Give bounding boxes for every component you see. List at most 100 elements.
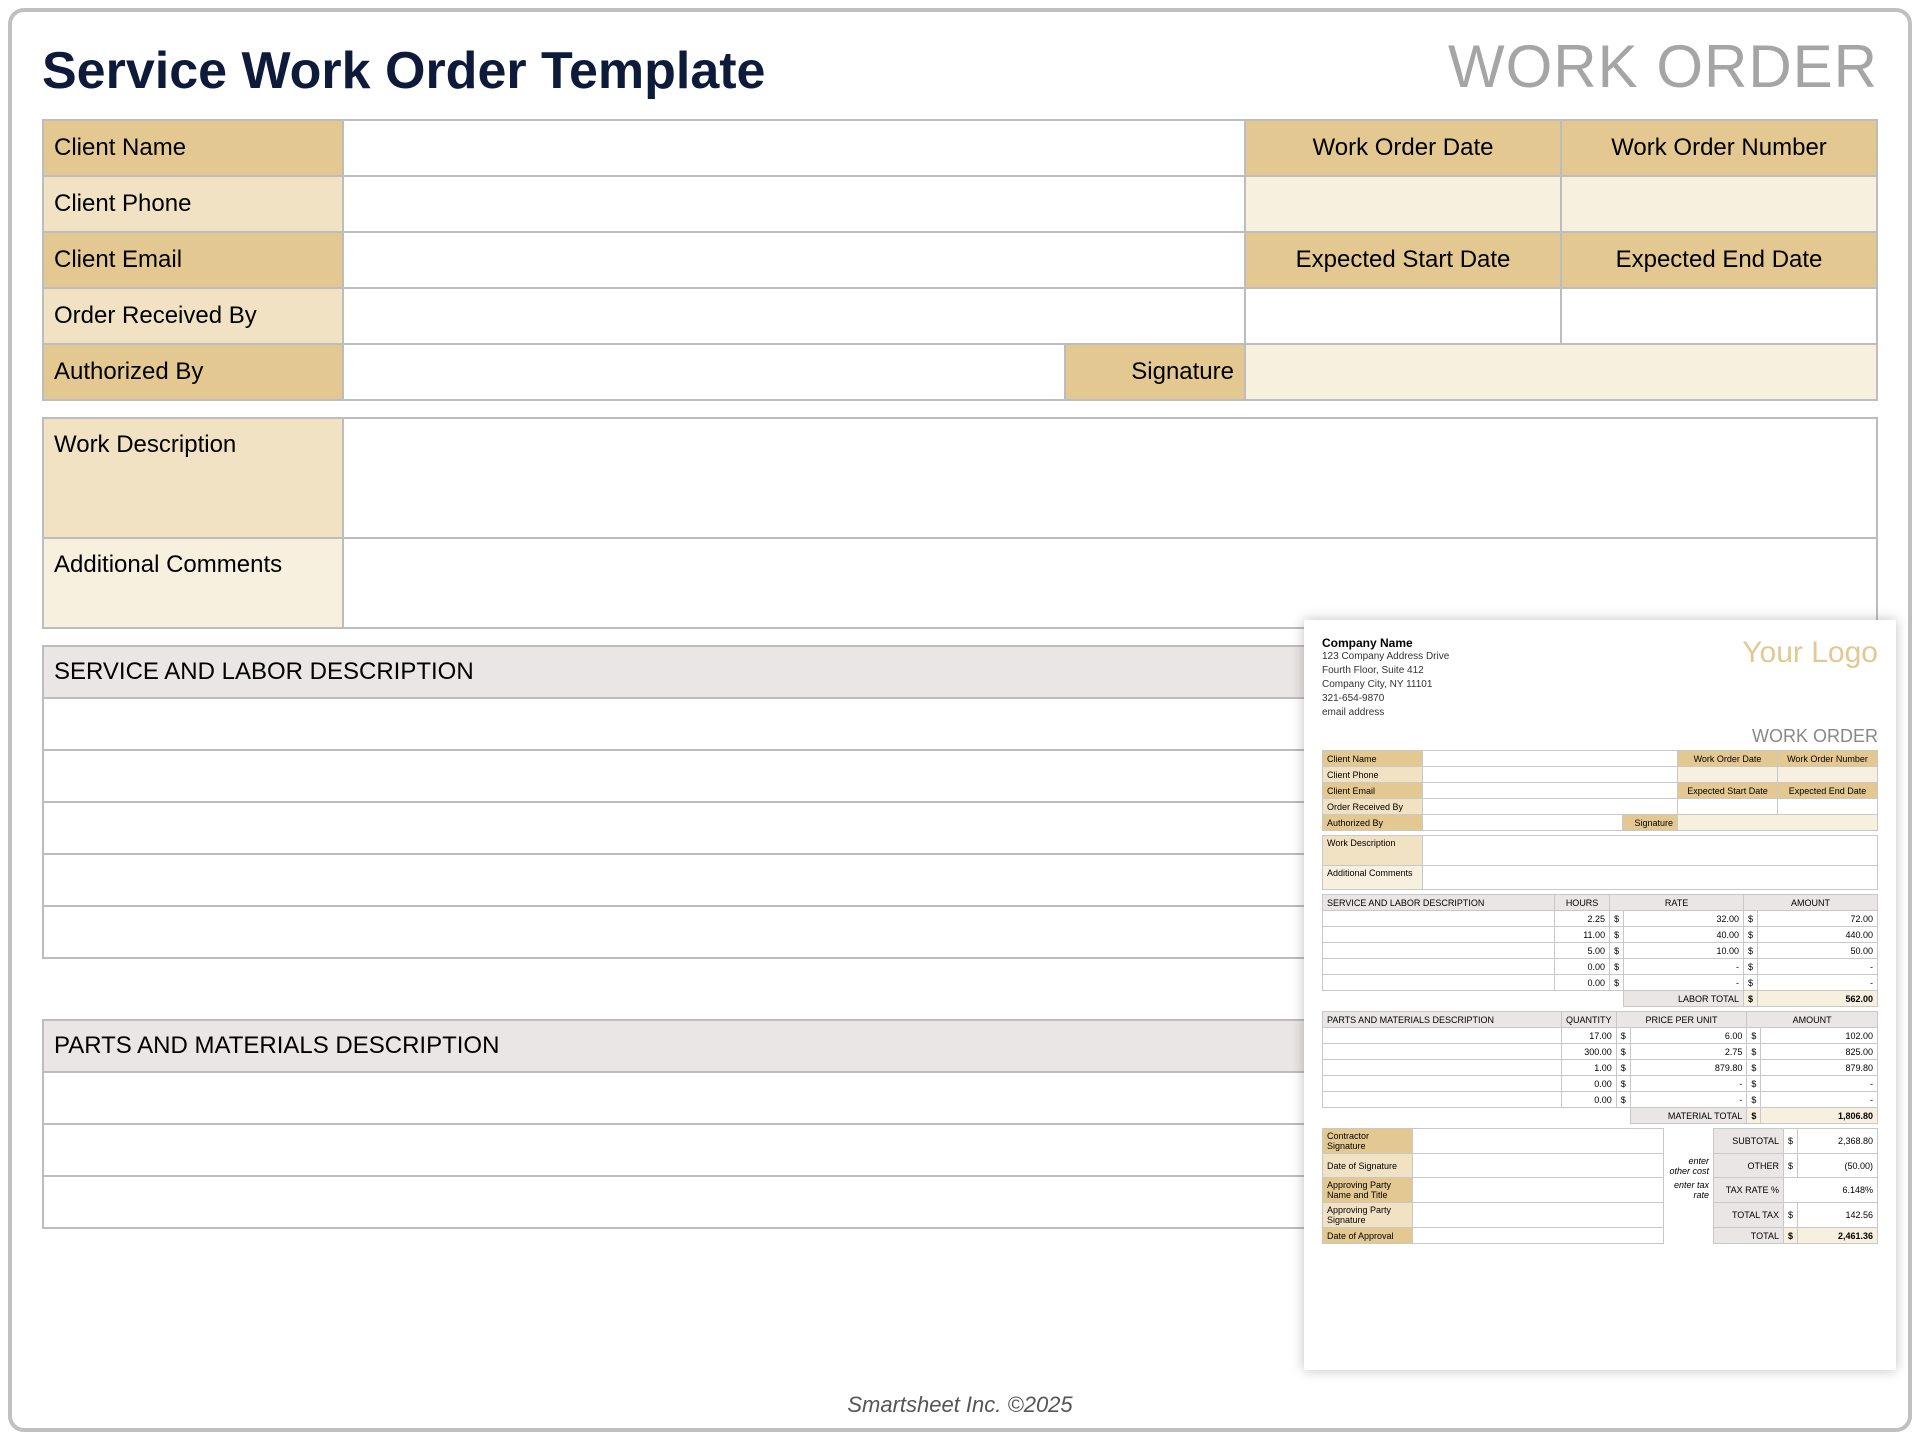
field-wo-date[interactable]: [1245, 176, 1561, 232]
thumb-label-date-appr: Date of Approval: [1323, 1228, 1413, 1244]
thumb-d: $: [1610, 943, 1624, 959]
part-desc-1[interactable]: [43, 1124, 1476, 1176]
description-table: Work Description Additional Comments: [42, 417, 1878, 629]
thumb-label-signature: Signature: [1623, 815, 1678, 831]
label-wo-date: Work Order Date: [1245, 120, 1561, 176]
thumb-field: [1423, 767, 1678, 783]
thumb-col-amount: AMOUNT: [1744, 895, 1878, 911]
thumb-d: $: [1747, 1108, 1761, 1124]
thumb-label-wo-date: Work Order Date: [1678, 751, 1778, 767]
label-signature: Signature: [1065, 344, 1245, 400]
thumb-d: $: [1747, 1092, 1761, 1108]
thumb-d: $: [1616, 1028, 1630, 1044]
thumb-info-table: Client Name Work Order Date Work Order N…: [1322, 750, 1878, 831]
thumb-field: [1678, 799, 1778, 815]
thumb-svc-r2: 10.00: [1624, 943, 1744, 959]
field-client-phone[interactable]: [343, 176, 1245, 232]
thumb-label-exp-end: Expected End Date: [1778, 783, 1878, 799]
thumb-label-add-comments: Additional Comments: [1323, 866, 1423, 890]
field-expected-end[interactable]: [1561, 288, 1877, 344]
thumb-pp4: -: [1630, 1092, 1747, 1108]
thumb-d: $: [1744, 991, 1758, 1007]
thumb-d: $: [1744, 911, 1758, 927]
label-client-phone: Client Phone: [43, 176, 343, 232]
thumb-svc-a0: 72.00: [1758, 911, 1878, 927]
thumb-label-wo-num: Work Order Number: [1778, 751, 1878, 767]
thumb-label-client-email: Client Email: [1323, 783, 1423, 799]
field-client-name[interactable]: [343, 120, 1245, 176]
thumb-pp1: 2.75: [1630, 1044, 1747, 1060]
thumb-svc-r1: 40.00: [1624, 927, 1744, 943]
thumb-label-other: OTHER: [1713, 1154, 1783, 1178]
thumb-mat-total: 1,806.80: [1761, 1108, 1878, 1124]
thumb-field: [1423, 751, 1678, 767]
thumb-label-labor-total: LABOR TOTAL: [1624, 991, 1744, 1007]
thumb-label-order-rcvd: Order Received By: [1323, 799, 1423, 815]
part-desc-0[interactable]: [43, 1072, 1476, 1124]
thumb-labor-total: 562.00: [1758, 991, 1878, 1007]
thumb-field: [1413, 1203, 1664, 1228]
thumb-d: $: [1616, 1060, 1630, 1076]
thumb-phone: 321-654-9870: [1322, 692, 1878, 706]
thumb-d: $: [1610, 975, 1624, 991]
thumb-label-subtotal: SUBTOTAL: [1713, 1129, 1783, 1154]
svc-desc-4[interactable]: [43, 906, 1476, 958]
thumb-d: $: [1616, 1092, 1630, 1108]
header: Service Work Order Template WORK ORDER: [42, 32, 1878, 101]
svc-desc-1[interactable]: [43, 750, 1476, 802]
label-work-description: Work Description: [43, 418, 343, 538]
thumb-pp2: 879.80: [1630, 1060, 1747, 1076]
label-authorized-by: Authorized By: [43, 344, 343, 400]
thumb-label-appr-sig: Approving Party Signature: [1323, 1203, 1413, 1228]
field-client-email[interactable]: [343, 232, 1245, 288]
thumb-label-mat-total: MATERIAL TOTAL: [1630, 1108, 1747, 1124]
thumb-logo: Your Logo: [1742, 636, 1878, 670]
svc-desc-2[interactable]: [43, 802, 1476, 854]
thumb-pa0: 102.00: [1761, 1028, 1878, 1044]
thumb-label-exp-start: Expected Start Date: [1678, 783, 1778, 799]
label-order-received-by: Order Received By: [43, 288, 343, 344]
thumb-subtotal: 2,368.80: [1798, 1129, 1878, 1154]
thumb-pq0: 17.00: [1561, 1028, 1616, 1044]
thumb-d: $: [1783, 1228, 1797, 1244]
thumb-field: [1778, 799, 1878, 815]
field-additional-comments[interactable]: [343, 538, 1877, 628]
thumb-email: email address: [1322, 706, 1878, 720]
thumbnail-preview: Your Logo Company Name 123 Company Addre…: [1304, 620, 1896, 1370]
label-client-email: Client Email: [43, 232, 343, 288]
thumb-svc-h0: 2.25: [1555, 911, 1610, 927]
field-work-description[interactable]: [343, 418, 1877, 538]
thumb-pa2: 879.80: [1761, 1060, 1878, 1076]
label-expected-end: Expected End Date: [1561, 232, 1877, 288]
thumb-col-qty: QUANTITY: [1561, 1012, 1616, 1028]
thumb-d: $: [1747, 1044, 1761, 1060]
thumb-label-taxrate: TAX RATE %: [1713, 1178, 1783, 1203]
thumb-pp3: -: [1630, 1076, 1747, 1092]
svc-desc-3[interactable]: [43, 854, 1476, 906]
thumb-label-total: TOTAL: [1713, 1228, 1783, 1244]
thumb-total: 2,461.36: [1798, 1228, 1878, 1244]
thumb-hint-other: enter other cost: [1663, 1154, 1713, 1178]
thumb-d: $: [1744, 943, 1758, 959]
thumb-col-rate: RATE: [1610, 895, 1744, 911]
field-signature[interactable]: [1245, 344, 1877, 400]
svc-desc-0[interactable]: [43, 698, 1476, 750]
thumb-col-svc: SERVICE AND LABOR DESCRIPTION: [1323, 895, 1555, 911]
field-order-received-by[interactable]: [343, 288, 1245, 344]
part-desc-2[interactable]: [43, 1176, 1476, 1228]
field-authorized-by[interactable]: [343, 344, 1065, 400]
thumb-field: [1423, 815, 1623, 831]
field-wo-number[interactable]: [1561, 176, 1877, 232]
label-additional-comments: Additional Comments: [43, 538, 343, 628]
field-expected-start[interactable]: [1245, 288, 1561, 344]
thumb-totals-table: Contractor Signature SUBTOTAL $ 2,368.80…: [1322, 1128, 1878, 1244]
thumb-d: $: [1744, 927, 1758, 943]
footer: Smartsheet Inc. ©2025: [12, 1392, 1908, 1418]
thumb-field: [1678, 767, 1778, 783]
thumb-parts-table: PARTS AND MATERIALS DESCRIPTION QUANTITY…: [1322, 1011, 1878, 1124]
thumb-col-ppu: PRICE PER UNIT: [1616, 1012, 1747, 1028]
thumb-label-totaltax: TOTAL TAX: [1713, 1203, 1783, 1228]
thumb-d: $: [1783, 1154, 1797, 1178]
thumb-svc-r3: -: [1624, 959, 1744, 975]
thumb-d: $: [1747, 1076, 1761, 1092]
